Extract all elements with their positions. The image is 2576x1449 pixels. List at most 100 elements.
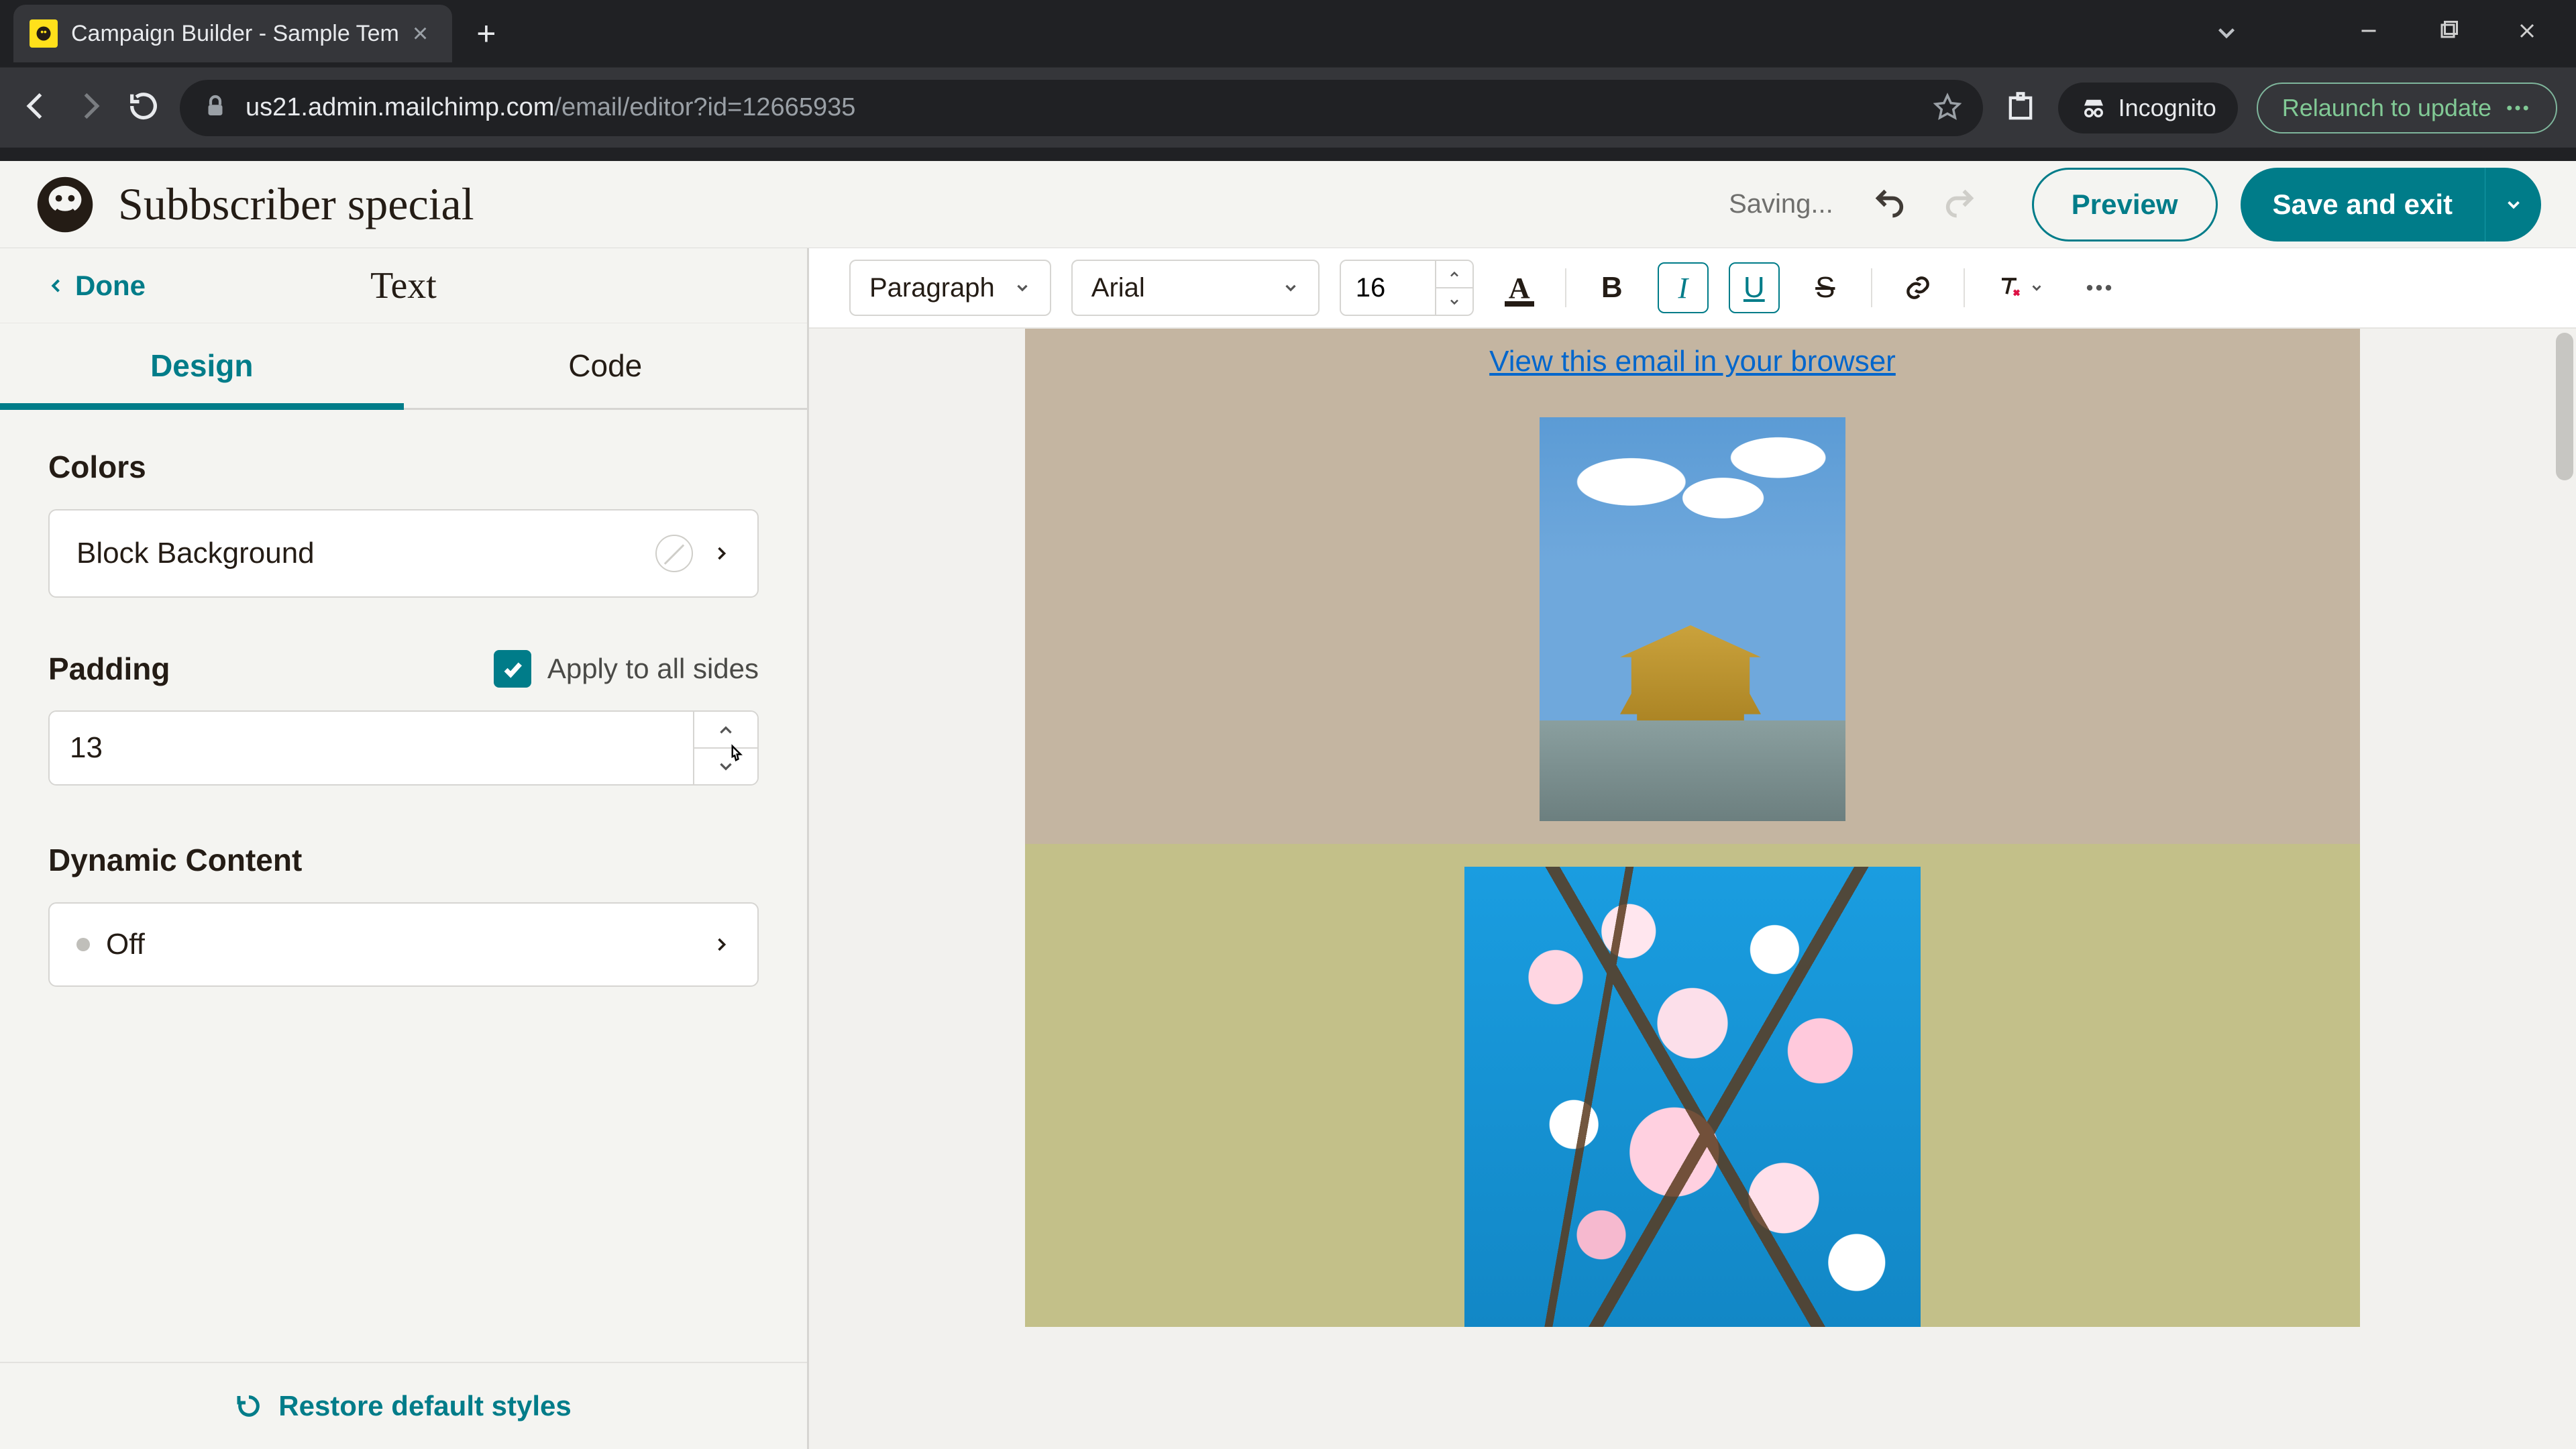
apply-all-sides-label: Apply to all sides xyxy=(547,653,759,685)
window-close-button[interactable] xyxy=(2490,4,2564,58)
font-color-button[interactable]: A xyxy=(1494,262,1545,313)
toolbar-divider xyxy=(1871,268,1872,307)
sidebar-tabs: Design Code xyxy=(0,323,807,410)
padding-spin xyxy=(693,712,757,784)
address-url: us21.admin.mailchimp.com/email/editor?id… xyxy=(246,93,855,122)
tab-design[interactable]: Design xyxy=(0,323,404,408)
padding-increment-button[interactable] xyxy=(694,712,757,749)
paragraph-style-label: Paragraph xyxy=(869,273,995,303)
strikethrough-button[interactable]: S xyxy=(1800,262,1851,313)
chevron-down-icon xyxy=(1014,279,1031,297)
properties-sidebar: Done Text Design Code Colors Block Backg… xyxy=(0,248,809,1449)
tab-overflow-icon[interactable] xyxy=(2212,19,2241,50)
section-padding-header: Padding Apply to all sides xyxy=(48,650,759,688)
clear-formatting-button[interactable] xyxy=(1985,262,2053,313)
sidebar-top: Done Text xyxy=(0,248,807,323)
tab-strip: Campaign Builder - Sample Tem × + xyxy=(0,0,2576,67)
no-color-swatch-icon xyxy=(655,535,693,572)
padding-input[interactable] xyxy=(50,712,693,784)
saving-status: Saving... xyxy=(1729,189,1833,219)
email-canvas[interactable]: View this email in your browser xyxy=(809,329,2576,1449)
chevron-right-icon xyxy=(712,928,731,961)
bold-button[interactable]: B xyxy=(1587,262,1638,313)
incognito-indicator[interactable]: Incognito xyxy=(2058,83,2238,133)
new-tab-button[interactable]: + xyxy=(458,14,515,53)
image-cherry-blossom xyxy=(1464,867,1921,1327)
scrollbar-thumb[interactable] xyxy=(2556,333,2573,480)
save-dropdown-button[interactable] xyxy=(2485,168,2541,241)
window-controls xyxy=(2332,4,2564,58)
restore-default-styles-button[interactable]: Restore default styles xyxy=(0,1362,807,1449)
window-maximize-button[interactable] xyxy=(2411,4,2485,58)
block-background-row[interactable]: Block Background xyxy=(48,509,759,598)
sidebar-content: Colors Block Background Padding xyxy=(0,410,807,1362)
link-icon xyxy=(1903,273,1933,303)
padding-decrement-button[interactable] xyxy=(694,749,757,784)
paragraph-style-select[interactable]: Paragraph xyxy=(849,260,1051,316)
tab-code[interactable]: Code xyxy=(404,323,808,408)
view-in-browser-link[interactable]: View this email in your browser xyxy=(1489,345,1896,378)
tab-close-icon[interactable]: × xyxy=(413,20,428,47)
restore-label: Restore default styles xyxy=(278,1390,572,1422)
image-block-2[interactable] xyxy=(1025,844,2360,1327)
font-size-decrement-button[interactable] xyxy=(1436,288,1472,315)
toolbar-row: us21.admin.mailchimp.com/email/editor?id… xyxy=(0,67,2576,148)
apply-all-sides-toggle[interactable]: Apply to all sides xyxy=(494,650,759,688)
apply-all-sides-checkbox[interactable] xyxy=(494,650,531,688)
relaunch-label: Relaunch to update xyxy=(2282,94,2491,122)
incognito-label: Incognito xyxy=(2118,94,2216,122)
done-label: Done xyxy=(75,270,146,302)
italic-button[interactable]: I xyxy=(1658,262,1709,313)
font-family-select[interactable]: Arial xyxy=(1071,260,1320,316)
canvas-scrollbar[interactable] xyxy=(2553,329,2576,1449)
chevron-right-icon xyxy=(712,537,731,570)
font-size-input[interactable] xyxy=(1341,261,1435,315)
section-dynamic-label: Dynamic Content xyxy=(48,842,759,878)
section-padding-label: Padding xyxy=(48,651,170,687)
extensions-icon[interactable] xyxy=(2002,89,2039,127)
panel-title: Text xyxy=(370,264,437,307)
app-root: Subbscriber special Saving... Preview Sa… xyxy=(0,161,2576,1449)
email-body: View this email in your browser xyxy=(1025,329,2360,1449)
undo-button[interactable] xyxy=(1872,185,1907,223)
redo-button[interactable] xyxy=(1942,185,1977,223)
font-family-label: Arial xyxy=(1091,273,1145,303)
undo-redo-group xyxy=(1872,185,1977,223)
browser-right-icons: Incognito Relaunch to update xyxy=(2002,83,2557,133)
view-in-browser-block: View this email in your browser xyxy=(1025,329,2360,401)
preview-button[interactable]: Preview xyxy=(2032,168,2218,241)
url-host: us21.admin.mailchimp.com xyxy=(246,93,554,121)
nav-back-button[interactable] xyxy=(19,89,54,127)
app-body: Done Text Design Code Colors Block Backg… xyxy=(0,248,2576,1449)
lock-icon xyxy=(201,92,229,123)
url-path: /email/editor?id=12665935 xyxy=(554,93,855,121)
image-temple xyxy=(1540,417,1845,821)
done-button[interactable]: Done xyxy=(0,270,146,302)
more-icon xyxy=(2085,283,2113,292)
toolbar-divider xyxy=(1565,268,1566,307)
more-options-button[interactable] xyxy=(2074,262,2125,313)
nav-forward-button[interactable] xyxy=(72,89,107,127)
bookmark-star-icon[interactable] xyxy=(1933,92,1962,123)
dynamic-content-row[interactable]: Off xyxy=(48,902,759,987)
browser-tab[interactable]: Campaign Builder - Sample Tem × xyxy=(13,5,452,62)
save-and-exit-button[interactable]: Save and exit xyxy=(2241,168,2485,241)
font-size-stepper xyxy=(1340,260,1474,316)
relaunch-to-update-button[interactable]: Relaunch to update xyxy=(2257,83,2557,133)
window-minimize-button[interactable] xyxy=(2332,4,2406,58)
restore-icon xyxy=(235,1393,262,1419)
padding-stepper xyxy=(48,710,759,786)
clear-format-icon xyxy=(1994,273,2024,303)
mailchimp-logo-icon[interactable] xyxy=(35,174,95,235)
campaign-title[interactable]: Subbscriber special xyxy=(118,178,474,231)
editor-pane: Paragraph Arial A xyxy=(809,248,2576,1449)
text-toolbar: Paragraph Arial A xyxy=(809,248,2576,329)
underline-button[interactable]: U xyxy=(1729,262,1780,313)
address-bar[interactable]: us21.admin.mailchimp.com/email/editor?id… xyxy=(180,80,1983,136)
font-size-increment-button[interactable] xyxy=(1436,261,1472,288)
nav-reload-button[interactable] xyxy=(126,89,161,127)
favicon-mailchimp xyxy=(30,19,58,48)
link-button[interactable] xyxy=(1892,262,1943,313)
image-block-1[interactable] xyxy=(1025,401,2360,844)
dynamic-content-status: Off xyxy=(106,928,145,961)
